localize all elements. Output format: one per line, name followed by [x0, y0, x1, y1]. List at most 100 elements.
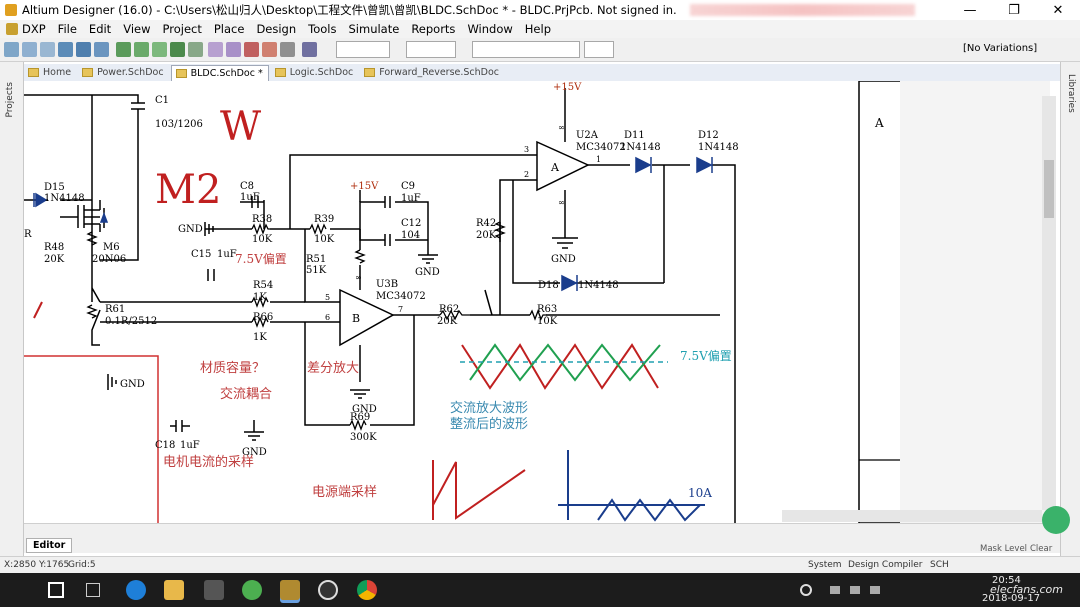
sketch-rect-wave — [558, 450, 705, 522]
annotation-bias-2: 7.5V偏置 — [680, 348, 732, 363]
power-port-icon[interactable] — [58, 42, 73, 57]
menu-file[interactable]: File — [52, 22, 83, 36]
c12-value: 104 — [401, 230, 420, 241]
tab-home[interactable]: Home — [24, 65, 76, 81]
altium-taskbar-icon[interactable] — [280, 580, 300, 600]
menu-window[interactable]: Window — [461, 22, 518, 36]
r66-value: 1K — [253, 332, 267, 343]
task-view-icon[interactable] — [86, 583, 100, 597]
minimize-button[interactable]: — — [948, 0, 992, 20]
pencil-icon[interactable] — [302, 42, 317, 57]
mask-level-button[interactable]: Mask Level — [980, 544, 1027, 554]
menu-reports[interactable]: Reports — [405, 22, 461, 36]
taskbar: 20:54 2018-09-17 elecfans.com — [0, 573, 1080, 607]
home-icon — [28, 68, 39, 77]
tab-bldc[interactable]: BLDC.SchDoc * — [170, 64, 269, 81]
tab-forward-reverse[interactable]: Forward_Reverse.SchDoc — [360, 65, 504, 81]
ground-tool-icon[interactable] — [76, 42, 91, 57]
vertical-scrollbar[interactable] — [1042, 96, 1056, 510]
u3b-designator: U3B — [376, 279, 398, 290]
r42-value: 20K — [476, 230, 497, 241]
r63-value: 10K — [537, 316, 558, 327]
gnd-label-2: GND — [415, 267, 440, 278]
variations-dropdown[interactable]: [No Variations] — [960, 41, 1058, 58]
maximize-button[interactable]: ❐ — [992, 0, 1036, 20]
tab-label: Home — [43, 67, 72, 78]
r63-designator: R63 — [537, 304, 557, 315]
annotation-10a: 10A — [688, 486, 712, 500]
people-icon[interactable] — [800, 584, 812, 596]
cross-probe-icon[interactable] — [280, 42, 295, 57]
menu-dxp[interactable]: DXP — [18, 22, 52, 36]
power-15v-2: +15V — [553, 82, 582, 93]
harness-icon[interactable] — [188, 42, 203, 57]
vertical-scrollbar-thumb[interactable] — [1044, 160, 1054, 218]
clear-button[interactable]: Clear — [1030, 544, 1052, 554]
menu-help[interactable]: Help — [519, 22, 557, 36]
edge-browser-icon[interactable] — [126, 580, 146, 600]
tab-logic[interactable]: Logic.SchDoc — [271, 65, 358, 81]
menu-simulate[interactable]: Simulate — [343, 22, 406, 36]
r-label: R — [24, 229, 32, 240]
no-erc-icon[interactable] — [244, 42, 259, 57]
menu-edit[interactable]: Edit — [83, 22, 117, 36]
u2a-designator: U2A — [576, 130, 599, 141]
filter-dropdown[interactable] — [584, 41, 614, 58]
windows-start-icon[interactable] — [48, 582, 64, 598]
compile-mask-icon[interactable] — [226, 42, 241, 57]
menu-view[interactable]: View — [117, 22, 156, 36]
port-tool-icon[interactable] — [94, 42, 109, 57]
font-dropdown[interactable] — [336, 41, 390, 58]
menu-design[interactable]: Design — [250, 22, 302, 36]
r61-designator: R61 — [105, 304, 125, 315]
r38-value: 10K — [252, 234, 273, 245]
sheet-symbol-icon[interactable] — [134, 42, 149, 57]
pin7-label: 7 — [398, 305, 403, 314]
projects-panel-tab[interactable]: Projects — [5, 82, 15, 117]
file-explorer-icon[interactable] — [164, 580, 184, 600]
cursor-coords: X:2850 Y:1765 — [4, 560, 70, 570]
menu-project[interactable]: Project — [157, 22, 208, 36]
sheet-entry-icon[interactable] — [152, 42, 167, 57]
r51-designator: R51 — [306, 254, 326, 265]
d15-designator: D15 — [44, 182, 65, 193]
d15-value: 1N4148 — [44, 193, 85, 204]
libraries-panel-tab[interactable]: Libraries — [1066, 74, 1076, 113]
menu-tools[interactable]: Tools — [302, 22, 342, 36]
sketch-ac-wave — [460, 343, 668, 390]
directive-icon[interactable] — [208, 42, 223, 57]
annotation-motor-sample: 电机电流的采样 — [163, 454, 254, 470]
left-panel: Projects — [0, 62, 24, 556]
green-bubble-icon[interactable] — [1042, 506, 1070, 534]
close-button[interactable]: ✕ — [1036, 0, 1080, 20]
calculator-icon[interactable] — [204, 580, 224, 600]
net-label-icon[interactable] — [40, 42, 55, 57]
device-sheet-icon[interactable] — [170, 42, 185, 57]
sheet-icon — [175, 68, 187, 78]
tray-icons[interactable] — [830, 586, 890, 594]
app-green-icon[interactable] — [242, 580, 262, 600]
r51-value: 51K — [306, 265, 327, 276]
variations-label: [No Variations] — [963, 43, 1038, 54]
status-system[interactable]: System — [808, 560, 842, 570]
r69-value: 300K — [350, 432, 377, 443]
grid-size: Grid:5 — [68, 560, 96, 570]
size-dropdown[interactable] — [406, 41, 456, 58]
maximize-icon: ❐ — [1008, 2, 1020, 18]
schematic-canvas[interactable]: C1 103/1206 D15 1N4148 R R48 20K M6 20N0… — [24, 81, 1060, 523]
bus-tool-icon[interactable] — [22, 42, 37, 57]
u2a-value: MC34072 — [576, 142, 626, 153]
status-sch[interactable]: SCH — [930, 560, 949, 570]
obs-icon[interactable] — [318, 580, 338, 600]
tab-power[interactable]: Power.SchDoc — [78, 65, 169, 81]
chrome-icon[interactable] — [357, 580, 377, 600]
part-tool-icon[interactable] — [116, 42, 131, 57]
annotation-ac-coupling: 交流耦合 — [220, 386, 272, 402]
status-design-compiler[interactable]: Design Compiler — [848, 560, 922, 570]
horizontal-scrollbar[interactable] — [782, 510, 1042, 522]
text-frame-icon[interactable] — [262, 42, 277, 57]
style-dropdown[interactable] — [472, 41, 580, 58]
wire-tool-icon[interactable] — [4, 42, 19, 57]
editor-tab[interactable]: Editor — [26, 538, 73, 553]
menu-place[interactable]: Place — [208, 22, 251, 36]
